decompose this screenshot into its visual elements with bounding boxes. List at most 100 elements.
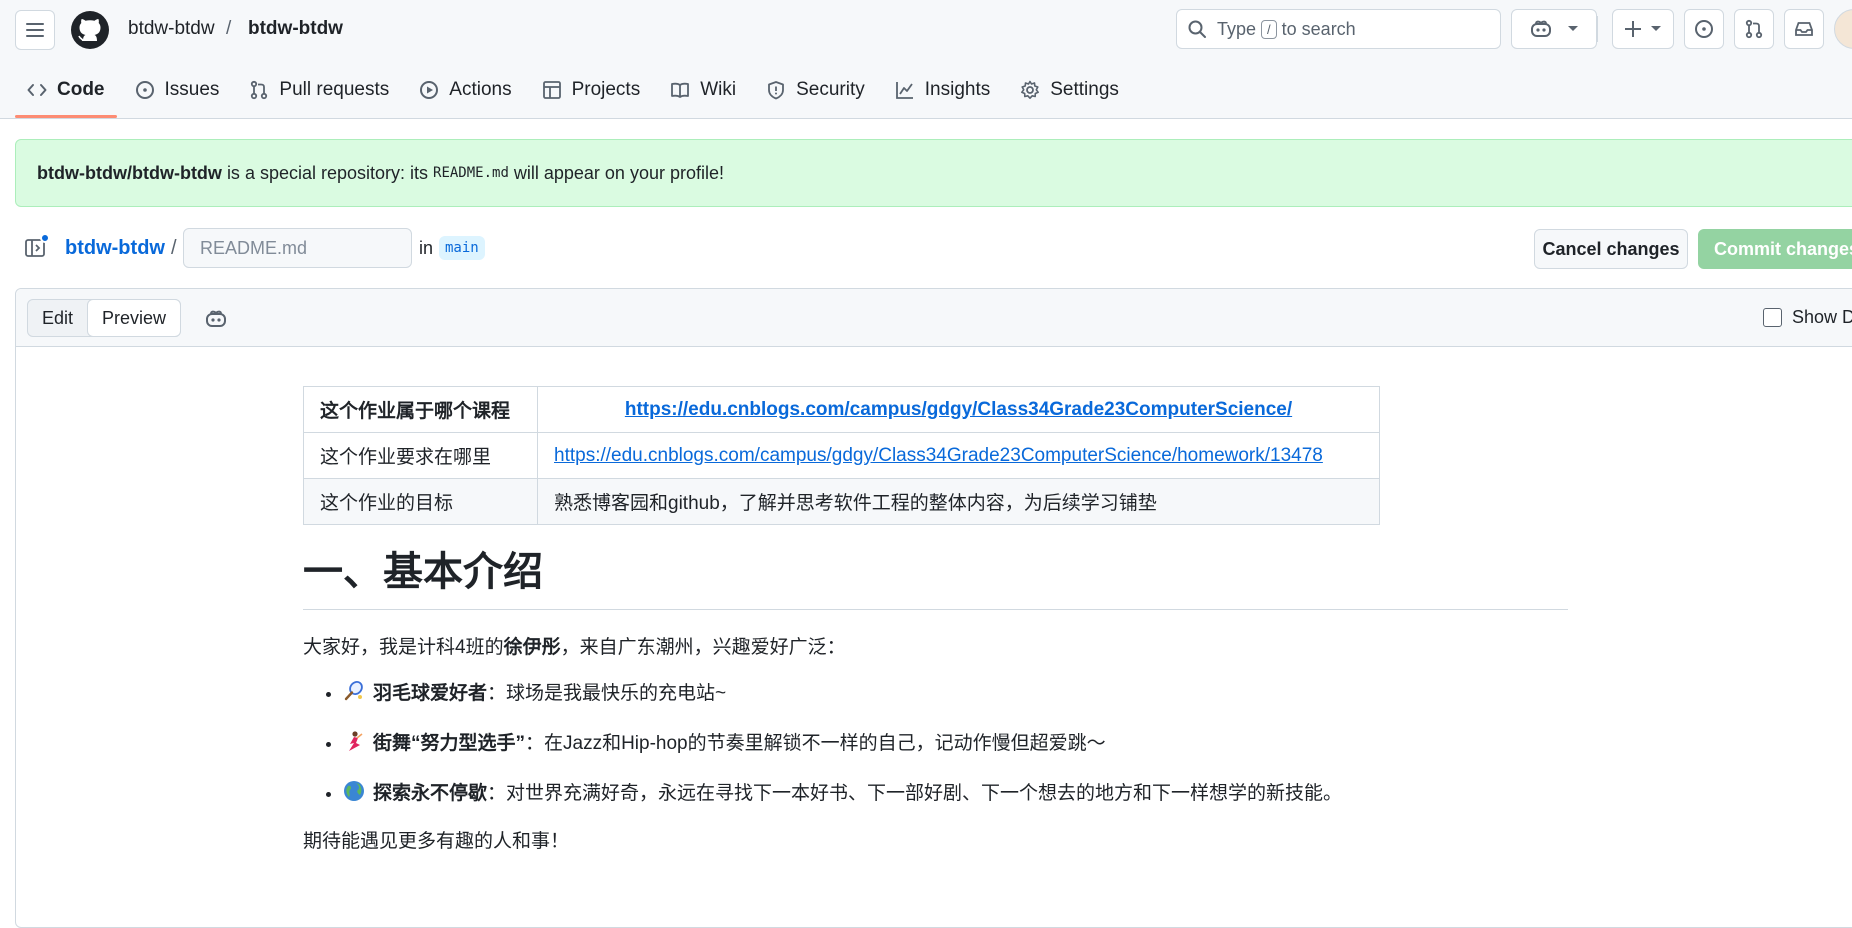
copilot-button[interactable] (1511, 9, 1597, 49)
table-row: 这个作业属于哪个课程 https://edu.cnblogs.com/campu… (303, 386, 1380, 433)
hobby-title: 探索永不停歇 (373, 783, 488, 804)
table-cell: 这个作业的目标 (303, 478, 538, 525)
hobby-text: ：对世界充满好奇，永远在寻找下一本好书、下一部好剧、下一个想去的地方和下一样想学… (487, 783, 1343, 804)
pull-requests-button[interactable] (1734, 9, 1774, 49)
show-diff-toggle[interactable]: Show Di (1763, 307, 1852, 328)
intro-text-end: ，来自广东潮州，兴趣爱好广泛： (560, 637, 846, 658)
github-logo-icon[interactable] (70, 10, 110, 50)
banner-text: is a special repository: its (226, 162, 429, 183)
tab-code[interactable]: Code (15, 70, 117, 118)
search-suffix: to search (1281, 18, 1356, 39)
show-diff-label: Show Di (1792, 307, 1852, 327)
tab-label: Pull requests (279, 79, 390, 100)
table-cell: 这个作业要求在哪里 (303, 432, 538, 479)
shield-icon (768, 81, 785, 100)
filename-input[interactable]: README.md (183, 228, 412, 268)
tab-projects[interactable]: Projects (530, 70, 653, 110)
path-separator: / (171, 237, 177, 259)
breadcrumb-repo[interactable]: btdw-btdw (248, 17, 343, 41)
copilot-icon[interactable] (204, 307, 228, 331)
search-icon (1188, 20, 1206, 38)
cancel-changes-button[interactable]: Cancel changes (1534, 229, 1688, 269)
tab-security[interactable]: Security (754, 70, 877, 110)
tab-label: Security (796, 79, 865, 100)
header-divider (1597, 16, 1598, 42)
inbox-icon (1795, 22, 1813, 36)
copilot-icon (1531, 20, 1551, 37)
table-row: 这个作业的目标 熟悉博客园和github，了解并思考软件工程的整体内容，为后续学… (303, 478, 1380, 525)
book-icon (671, 82, 690, 98)
hobby-title: 羽毛球爱好者 (373, 683, 488, 704)
tab-label: Settings (1050, 79, 1119, 100)
avatar[interactable] (1834, 9, 1852, 49)
section-heading: 一、基本介绍 (303, 547, 1568, 610)
hamburger-icon (26, 23, 44, 37)
tab-label: Wiki (700, 79, 737, 100)
graph-icon (895, 82, 913, 99)
search-prefix: Type (1217, 18, 1257, 39)
plus-icon (1625, 21, 1641, 37)
intro-name: 徐伊彤 (503, 637, 561, 658)
closing-paragraph: 期待能遇见更多有趣的人和事！ (303, 831, 570, 852)
tab-wiki[interactable]: Wiki (658, 70, 748, 110)
edit-preview-toggle: Edit Preview (27, 299, 182, 337)
special-repo-banner: btdw-btdw/btdw-btdw is a special reposit… (15, 139, 1852, 207)
menu-button[interactable] (15, 10, 55, 50)
play-icon (420, 81, 439, 99)
globe-icon (344, 781, 364, 801)
branch-in-label: in (419, 238, 434, 258)
code-icon (27, 84, 47, 96)
tab-label: Code (57, 79, 105, 100)
create-new-button[interactable] (1612, 9, 1674, 49)
tab-label: Projects (571, 79, 641, 100)
intro-paragraph: 大家好，我是计科4班的徐伊彤，来自广东潮州，兴趣爱好广泛： (303, 634, 1568, 662)
banner-text-2: will appear on your profile! (513, 162, 724, 183)
gear-icon (1021, 80, 1040, 99)
banner-code: README.md (433, 165, 509, 181)
tab-insights[interactable]: Insights (883, 70, 1002, 110)
hobby-text: ：球场是我最快乐的充电站~ (487, 683, 727, 704)
readme-preview: 这个作业属于哪个课程 https://edu.cnblogs.com/campu… (303, 386, 1568, 856)
tab-issues[interactable]: Issues (123, 70, 232, 110)
tab-edit[interactable]: Edit (28, 300, 87, 336)
search-input[interactable]: Type / to search (1176, 9, 1501, 49)
tab-pull-requests[interactable]: Pull requests (237, 70, 401, 110)
app-header: btdw-btdw / btdw-btdw Type / to search C… (0, 0, 1852, 119)
dancer-icon (349, 731, 363, 751)
tab-actions[interactable]: Actions (407, 70, 523, 110)
table-cell: 这个作业属于哪个课程 (303, 386, 538, 433)
breadcrumb-separator: / (226, 18, 232, 39)
tab-label: Insights (924, 79, 991, 100)
repo-path-link[interactable]: btdw-btdw (65, 235, 165, 261)
tab-label: Issues (164, 79, 220, 100)
search-placeholder: Type / to search (1217, 19, 1356, 40)
issue-icon (1695, 20, 1713, 38)
homework-link[interactable]: https://edu.cnblogs.com/campus/gdgy/Clas… (554, 445, 1323, 466)
badminton-icon (344, 680, 363, 701)
table-cell: https://edu.cnblogs.com/campus/gdgy/Clas… (537, 432, 1380, 479)
breadcrumb-owner[interactable]: btdw-btdw (128, 17, 215, 41)
list-item: 探索永不停歇：对世界充满好奇，永远在寻找下一本好书、下一部好剧、下一个想去的地方… (343, 780, 1568, 808)
branch-label: main (439, 236, 485, 260)
issue-icon (135, 81, 154, 99)
table-icon (542, 81, 561, 99)
course-link[interactable]: https://edu.cnblogs.com/campus/gdgy/Clas… (625, 399, 1292, 420)
chevron-down-icon (1651, 26, 1661, 31)
commit-changes-button[interactable]: Commit changes... (1698, 229, 1852, 269)
repo-nav-tabs: Code Issues Pull requests Actions Projec… (15, 70, 1137, 118)
inbox-button[interactable] (1784, 9, 1824, 49)
tab-preview[interactable]: Preview (87, 299, 182, 337)
hobby-title: 街舞“努力型选手” (373, 733, 526, 754)
editor-toolbar: Edit Preview Show Di (16, 289, 1852, 347)
show-diff-checkbox[interactable] (1763, 308, 1782, 327)
intro-text: 大家好，我是计科4班的 (303, 637, 504, 658)
tab-settings[interactable]: Settings (1008, 70, 1131, 110)
hobby-text: ：在Jazz和Hip-hop的节奏里解锁不一样的自己，记动作慢但超爱跳～ (525, 733, 1106, 754)
table-row: 这个作业要求在哪里 https://edu.cnblogs.com/campus… (303, 432, 1380, 479)
pull-request-icon (1745, 19, 1763, 39)
banner-repo-name: btdw-btdw/btdw-btdw (37, 162, 222, 183)
table-cell: https://edu.cnblogs.com/campus/gdgy/Clas… (537, 386, 1380, 433)
issues-button[interactable] (1684, 9, 1724, 49)
chevron-down-icon[interactable] (1567, 25, 1579, 33)
hobby-list: 羽毛球爱好者：球场是我最快乐的充电站~ 街舞“努力型选手”：在Jazz和Hip-… (303, 680, 1568, 808)
